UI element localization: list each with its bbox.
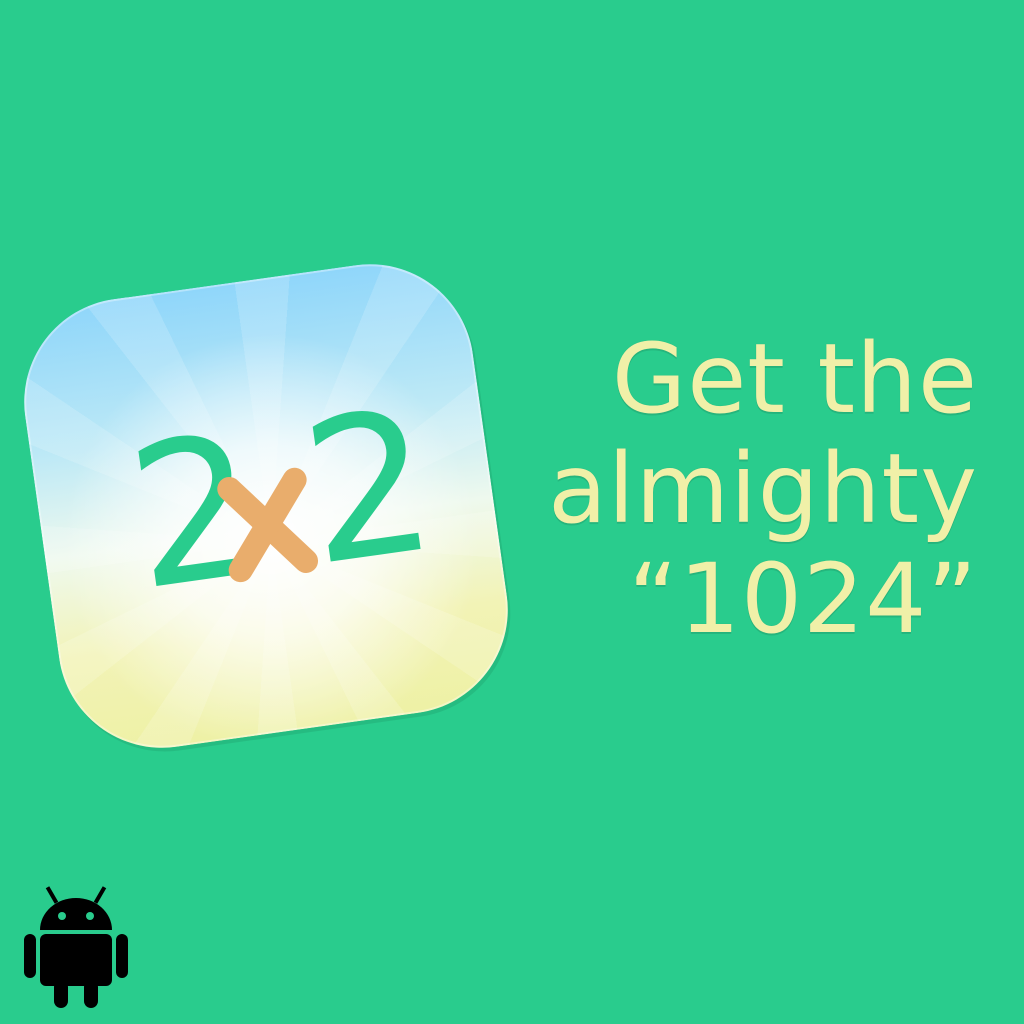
tagline: Get the almighty “1024”	[508, 324, 978, 654]
tagline-line-1: Get the	[611, 323, 978, 435]
right-digit: 2	[291, 367, 446, 610]
android-icon	[24, 886, 128, 1008]
app-icon-glyphs: 2 x 2	[117, 367, 447, 635]
app-icon-label: 2 x 2	[11, 251, 522, 762]
tagline-line-3: “1024”	[628, 543, 978, 655]
tagline-line-2: almighty	[548, 433, 978, 545]
app-icon: 2 x 2	[10, 250, 522, 762]
